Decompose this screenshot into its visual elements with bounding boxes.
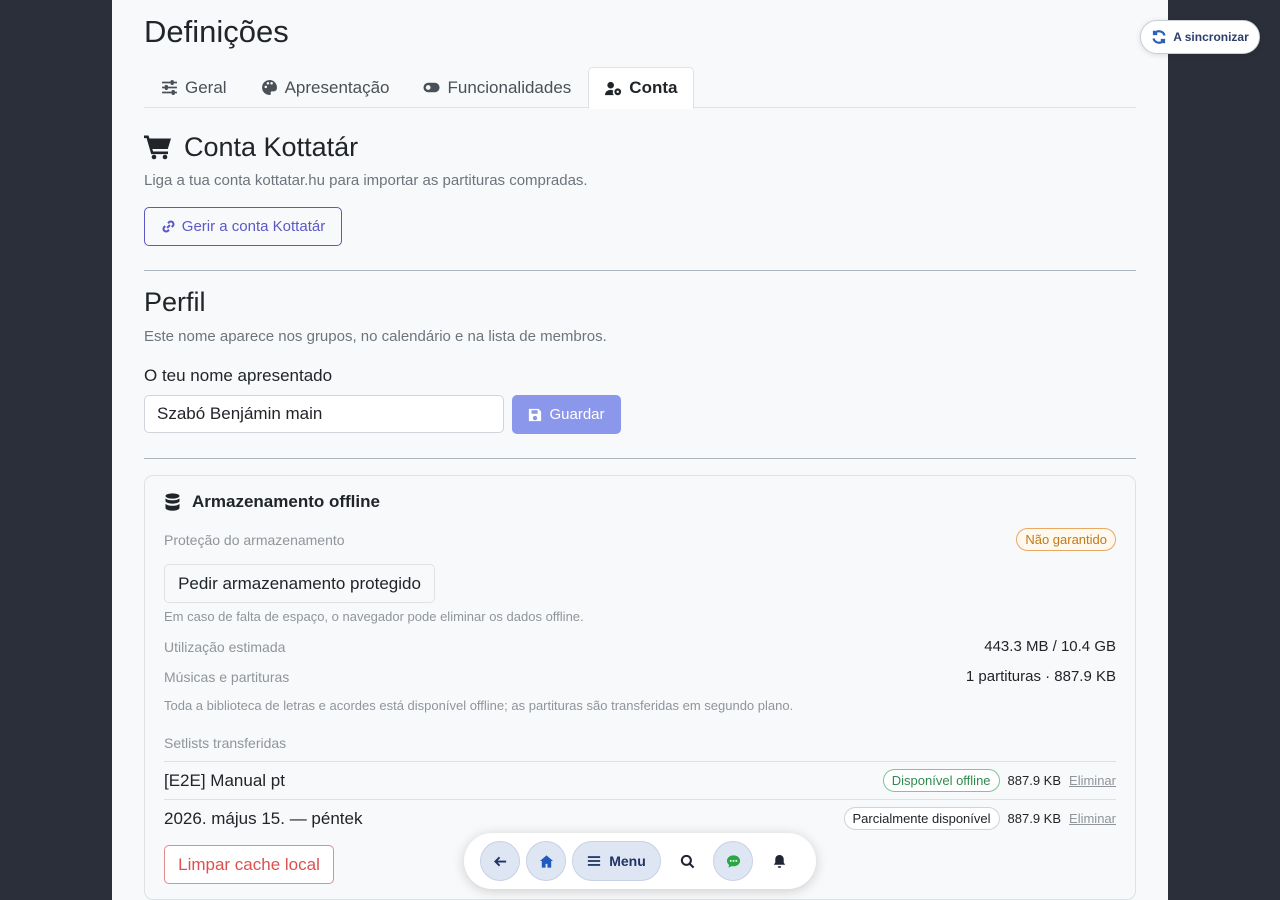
setlist-name: 2026. május 15. — péntek [164,808,363,828]
search-button[interactable] [667,841,707,881]
delete-setlist-link[interactable]: Eliminar [1069,811,1116,826]
storage-warning-note: Em caso de falta de espaço, o navegador … [164,609,584,624]
tab-geral-label: Geral [185,77,227,97]
setlist-status-badge: Parcialmente disponível [843,807,1000,830]
setlist-row: [E2E] Manual pt Disponível offline 887.9… [164,761,1116,799]
protection-row: Proteção do armazenamento Não garantido [164,528,1116,551]
protection-status-badge: Não garantido [1016,528,1116,551]
settings-tabs: Geral Apresentação Funcionalidades Conta [144,67,1136,109]
toggle-icon [423,82,441,93]
display-name-label: O teu nome apresentado [144,366,333,385]
music-value: 1 partituras · 887.9 KB [965,668,1116,685]
tab-apresentacao-label: Apresentação [284,77,390,97]
tab-apresentacao[interactable]: Apresentação [244,67,407,108]
search-icon [680,854,694,868]
tab-conta[interactable]: Conta [588,67,695,109]
library-note: Toda a biblioteca de letras e acordes es… [164,698,794,713]
page-title: Definições [144,14,289,49]
back-button[interactable] [480,841,520,881]
sync-label: A sincronizar [1173,30,1249,44]
hamburger-icon [588,856,601,866]
chat-icon [726,854,740,868]
usage-label: Utilização estimada [164,638,286,655]
kottatar-section: Conta Kottatár Liga a tua conta kottatar… [144,130,1136,246]
floppy-icon [529,408,542,421]
home-button[interactable] [526,841,566,881]
kottatar-description: Liga a tua conta kottatar.hu para import… [144,172,588,189]
tab-conta-label: Conta [629,78,678,97]
kottatar-title-text: Conta Kottatár [184,131,359,162]
database-icon [165,493,180,511]
display-name-input[interactable] [144,395,504,433]
tab-funcionalidades[interactable]: Funcionalidades [406,67,588,108]
link-icon [162,220,175,233]
save-button[interactable]: Guardar [512,395,621,434]
sync-status-pill[interactable]: A sincronizar [1140,20,1260,54]
menu-button[interactable]: Menu [572,841,661,881]
menu-label: Menu [609,853,646,869]
delete-setlist-link[interactable]: Eliminar [1069,773,1116,788]
setlist-status-badge: Disponível offline [882,769,1000,792]
settings-page: Definições Geral Apresentação Funcionali… [112,0,1168,900]
chat-button[interactable] [713,841,753,881]
palette-icon [261,80,277,95]
divider [144,458,1136,459]
request-protected-storage-button[interactable]: Pedir armazenamento protegido [164,564,435,603]
profile-title: Perfil [144,287,206,317]
sync-icon [1152,30,1166,44]
sliders-icon [162,80,177,95]
setlist-size: 887.9 KB [1007,773,1062,788]
manage-kottatar-label: Gerir a conta Kottatár [181,218,326,235]
bottom-dock: Menu [464,833,816,889]
setlist-name: [E2E] Manual pt [164,770,285,790]
music-row: Músicas e partituras 1 partituras · 887.… [164,668,1116,685]
setlist-size: 887.9 KB [1007,811,1062,826]
storage-title: Armazenamento offline [164,492,380,512]
tab-funcionalidades-label: Funcionalidades [447,77,572,97]
protection-label: Proteção do armazenamento [164,531,345,548]
user-gear-icon [605,81,622,95]
clear-cache-button[interactable]: Limpar cache local [164,845,334,884]
profile-description: Este nome aparece nos grupos, no calendá… [144,328,607,345]
cart-icon [144,135,171,160]
arrow-left-icon [493,856,506,866]
usage-value: 443.3 MB / 10.4 GB [984,638,1116,655]
kottatar-title: Conta Kottatár [144,130,1136,164]
save-button-label: Guardar [549,406,605,423]
setlists-label: Setlists transferidas [164,735,287,751]
manage-kottatar-button[interactable]: Gerir a conta Kottatár [144,207,342,246]
divider [144,270,1136,271]
tab-geral[interactable]: Geral [144,67,244,108]
home-icon [539,854,553,868]
storage-title-text: Armazenamento offline [192,492,380,511]
bell-icon [773,854,785,868]
setlist-row: 2026. május 15. — péntek Parcialmente di… [164,799,1116,837]
notifications-button[interactable] [759,841,799,881]
music-label: Músicas e partituras [164,668,290,685]
usage-row: Utilização estimada 443.3 MB / 10.4 GB [164,638,1116,655]
